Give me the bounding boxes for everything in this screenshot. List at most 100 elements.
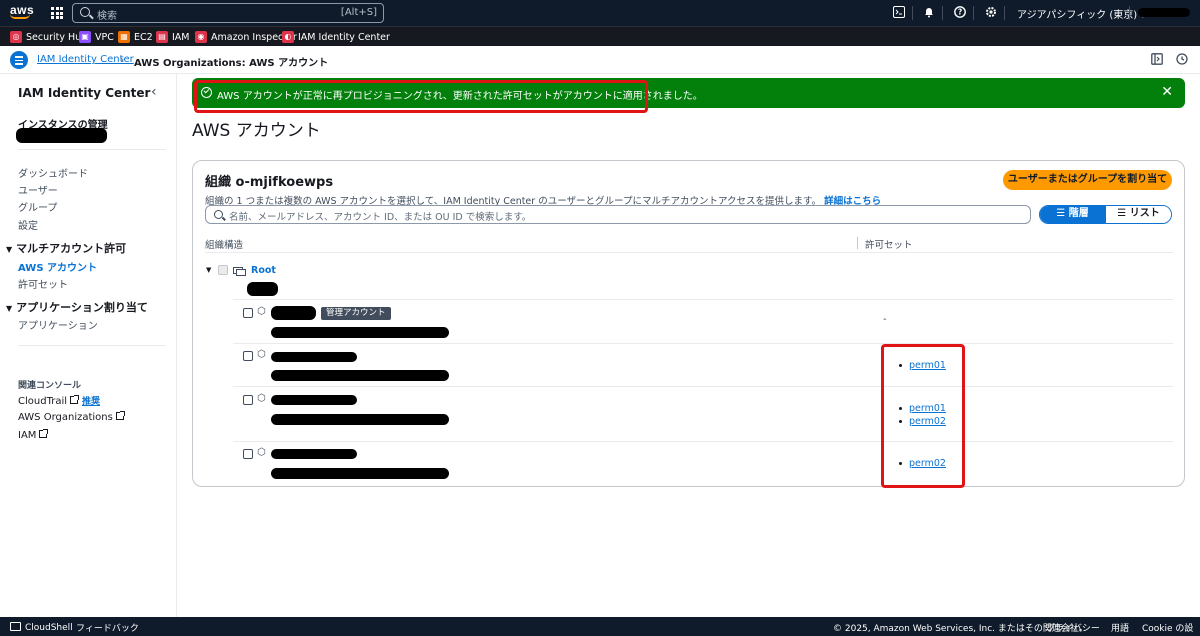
favorite-ec2[interactable]: ▦ EC2 xyxy=(118,31,153,43)
list-icon: ☰ xyxy=(1117,208,1130,219)
root-id-redacted xyxy=(247,282,278,296)
footer-feedback[interactable]: フィードバック xyxy=(76,621,139,634)
inspector-icon: ◉ xyxy=(195,31,207,43)
account-name-redacted[interactable] xyxy=(271,306,316,320)
external-link-icon xyxy=(115,411,125,420)
ec2-icon: ▦ xyxy=(118,31,130,43)
hierarchy-icon: ☰ xyxy=(1056,208,1069,219)
cloudshell-icon[interactable] xyxy=(892,6,906,20)
view-hierarchy-button[interactable]: ☰ 階層 xyxy=(1040,206,1105,223)
favorite-security-hub[interactable]: ◎ Security Hub xyxy=(10,31,87,43)
account-menu-redacted[interactable] xyxy=(1138,8,1190,17)
cloudshell-icon xyxy=(10,622,21,631)
footer-cookie-preferences[interactable]: Cookie の設定 xyxy=(1142,621,1200,636)
account-details-redacted xyxy=(271,370,449,381)
aws-logo[interactable]: aws xyxy=(10,4,34,22)
iam-icon: ▤ xyxy=(156,31,168,43)
view-toggle: ☰ 階層 ☰ リスト xyxy=(1039,205,1172,224)
gear-icon[interactable] xyxy=(984,6,998,20)
no-permission-sets: - xyxy=(883,314,887,325)
chevron-right-icon: › xyxy=(120,53,125,66)
row-divider xyxy=(233,299,1173,300)
favorite-iam[interactable]: ▤ IAM xyxy=(156,31,190,43)
global-search-input[interactable]: 検索 [Alt+S] xyxy=(72,3,384,23)
close-sidebar-icon[interactable]: ‹ xyxy=(151,84,157,100)
vpc-icon: ▣ xyxy=(79,31,91,43)
account-name-redacted[interactable] xyxy=(271,352,357,362)
sidebar-item-applications[interactable]: アプリケーション xyxy=(18,317,98,332)
sidebar-link-cloudtrail[interactable]: CloudTrail 推奨 xyxy=(18,394,100,407)
svg-text:?: ? xyxy=(958,8,962,17)
caret-down-icon: ▼ xyxy=(6,245,13,254)
sidebar-title: IAM Identity Center xyxy=(18,86,151,100)
close-icon[interactable]: ✕ xyxy=(1161,84,1173,100)
external-link-icon xyxy=(70,395,79,404)
account-details-redacted xyxy=(271,414,449,425)
caret-down-icon: ▼ xyxy=(6,304,13,313)
footer-terms[interactable]: 用語 xyxy=(1111,621,1129,634)
account-checkbox[interactable] xyxy=(243,395,253,405)
folder-icon xyxy=(233,265,246,276)
root-ou-link[interactable]: Root xyxy=(251,265,276,276)
favorite-iam-identity-center[interactable]: ◐ IAM Identity Center xyxy=(282,31,390,43)
column-header-permission-sets: 許可セット xyxy=(865,240,913,251)
breadcrumb-bar: IAM Identity Center › AWS Organizations:… xyxy=(0,46,1200,74)
help-icon[interactable]: ? xyxy=(953,6,967,20)
account-name-redacted[interactable] xyxy=(271,449,357,459)
search-icon xyxy=(214,210,223,219)
region-selector[interactable]: アジアパシフィック (東京) ▾ xyxy=(1017,6,1145,21)
info-panel-icon[interactable] xyxy=(1150,53,1164,67)
services-grid-icon[interactable] xyxy=(51,7,63,19)
account-cube-icon: ⬡ xyxy=(257,393,266,404)
search-icon xyxy=(80,7,90,17)
column-divider xyxy=(857,237,858,249)
sidebar-section-app-assignments[interactable]: ▼ アプリケーション割り当て xyxy=(6,299,148,315)
identity-center-icon: ◐ xyxy=(282,31,294,43)
account-cube-icon: ⬡ xyxy=(257,349,266,360)
account-details-redacted xyxy=(271,468,449,479)
side-navigation: IAM Identity Center ‹ インスタンスの管理 ダッシュボード … xyxy=(0,74,177,617)
bell-icon[interactable] xyxy=(922,6,936,20)
nav-divider xyxy=(1004,6,1005,20)
assign-users-groups-button[interactable]: ユーザーまたはグループを割り当て xyxy=(1003,170,1172,190)
page-title: AWS アカウント xyxy=(192,121,321,141)
row-divider xyxy=(233,343,1173,344)
sidebar-link-iam[interactable]: IAM xyxy=(18,429,49,441)
sidebar-item-permission-sets[interactable]: 許可セット xyxy=(18,276,68,291)
view-list-button[interactable]: ☰ リスト xyxy=(1105,206,1171,223)
sidebar-item-groups[interactable]: グループ xyxy=(18,199,57,214)
organization-title: 組織 o-mjifkoewps xyxy=(205,175,334,190)
breadcrumb-current: AWS Organizations: AWS アカウント xyxy=(134,58,329,69)
nav-divider xyxy=(1129,6,1130,20)
organization-panel: 組織 o-mjifkoewps ユーザーまたはグループを割り当て 組織の 1 つ… xyxy=(192,160,1185,487)
sidebar-divider xyxy=(18,149,166,150)
sidebar-link-aws-organizations[interactable]: AWS Organizations xyxy=(18,411,125,423)
recommended-badge[interactable]: 推奨 xyxy=(82,397,100,407)
highlight-annotation xyxy=(194,80,648,113)
hamburger-menu-icon[interactable] xyxy=(10,51,28,69)
account-name-redacted[interactable] xyxy=(271,395,357,405)
sidebar-item-dashboard[interactable]: ダッシュボード xyxy=(18,165,88,180)
external-link-icon xyxy=(39,429,49,438)
account-checkbox[interactable] xyxy=(243,351,253,361)
instance-name-redacted xyxy=(16,128,107,143)
column-header-structure: 組織構造 xyxy=(205,240,244,251)
footer-privacy[interactable]: プライバシー xyxy=(1046,621,1100,634)
sidebar-item-settings[interactable]: 設定 xyxy=(18,217,38,232)
caret-down-icon[interactable]: ▼ xyxy=(206,266,211,274)
favorite-vpc[interactable]: ▣ VPC xyxy=(79,31,114,43)
account-filter-input[interactable]: 名前、メールアドレス、アカウント ID、または OU ID で検索します。 xyxy=(205,205,1031,224)
row-divider xyxy=(233,441,1173,442)
notifications-panel-icon[interactable] xyxy=(1175,53,1189,67)
sidebar-item-users[interactable]: ユーザー xyxy=(18,182,58,197)
footer: CloudShell フィードバック © 2025, Amazon Web Se… xyxy=(0,617,1200,636)
account-cube-icon: ⬡ xyxy=(257,447,266,458)
account-checkbox[interactable] xyxy=(243,449,253,459)
security-hub-icon: ◎ xyxy=(10,31,22,43)
sidebar-section-multi-account[interactable]: ▼ マルチアカウント許可 xyxy=(6,240,126,256)
footer-cloudshell[interactable]: CloudShell xyxy=(10,621,73,633)
nav-divider xyxy=(942,6,943,20)
row-divider xyxy=(233,386,1173,387)
account-checkbox[interactable] xyxy=(243,308,253,318)
sidebar-item-aws-accounts[interactable]: AWS アカウント xyxy=(18,259,97,274)
